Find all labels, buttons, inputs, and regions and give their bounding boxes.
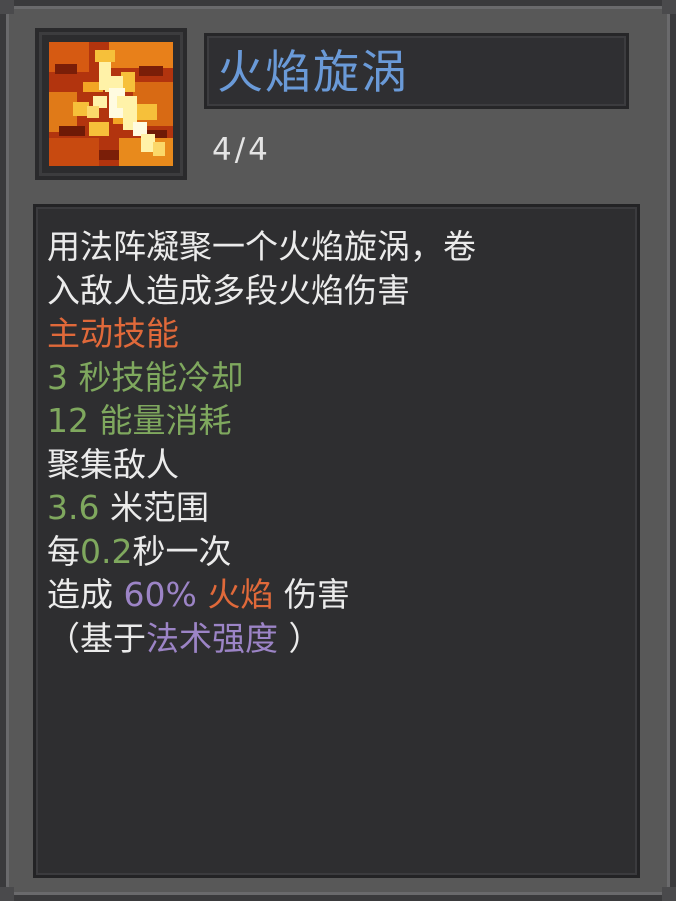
scaling-close: ） (288, 618, 322, 658)
effect-line: 聚集敌人 (47, 444, 179, 484)
description-line-1: 用法阵凝聚一个火焰旋涡，卷 (47, 227, 476, 266)
skill-name-box: 火焰旋涡 (204, 33, 629, 109)
skill-name: 火焰旋涡 (217, 45, 409, 99)
skill-type: 主动技能 (47, 314, 179, 353)
scaling-stat: 法术强度 (146, 618, 278, 658)
damage-line: 造成 60% 火焰 伤害 (47, 573, 627, 617)
cost-label: 能量消耗 (99, 401, 232, 440)
skill-level: 4/4 (212, 132, 271, 168)
damage-suffix: 伤害 (283, 575, 350, 614)
interval-suffix: 秒一次 (132, 531, 232, 571)
corner-bottom-right (662, 887, 676, 901)
damage-prefix: 造成 (47, 575, 113, 614)
corner-top-right (662, 0, 676, 14)
corner-top-left (0, 0, 14, 14)
interval-prefix: 每 (47, 531, 80, 571)
corner-bottom-left (0, 887, 14, 901)
damage-element: 火焰 (207, 575, 274, 614)
damage-percent: 60% (123, 575, 197, 614)
cooldown-value: 3 (47, 357, 68, 397)
range-value: 3.6 (47, 488, 100, 527)
fire-vortex-icon (49, 42, 173, 166)
skill-description-box: 用法阵凝聚一个火焰旋涡，卷 入敌人造成多段火焰伤害 主动技能 3 秒技能冷却 1… (33, 204, 640, 878)
cooldown-line: 3 秒技能冷却 (47, 356, 627, 400)
range-label: 米范围 (109, 488, 209, 527)
skill-icon-frame (35, 28, 187, 180)
scaling-line: （基于法术强度 ） (47, 617, 627, 661)
scaling-open: （基于 (47, 618, 146, 658)
description-line-2: 入敌人造成多段火焰伤害 (47, 270, 410, 310)
cost-line: 12 能量消耗 (47, 399, 627, 443)
cooldown-label: 秒技能冷却 (78, 357, 244, 397)
skill-description: 用法阵凝聚一个火焰旋涡，卷 入敌人造成多段火焰伤害 主动技能 3 秒技能冷却 1… (47, 225, 627, 660)
interval-line: 每0.2秒一次 (47, 530, 627, 574)
interval-value: 0.2 (80, 531, 133, 571)
range-line: 3.6 米范围 (47, 486, 627, 530)
cost-value: 12 (47, 401, 89, 440)
